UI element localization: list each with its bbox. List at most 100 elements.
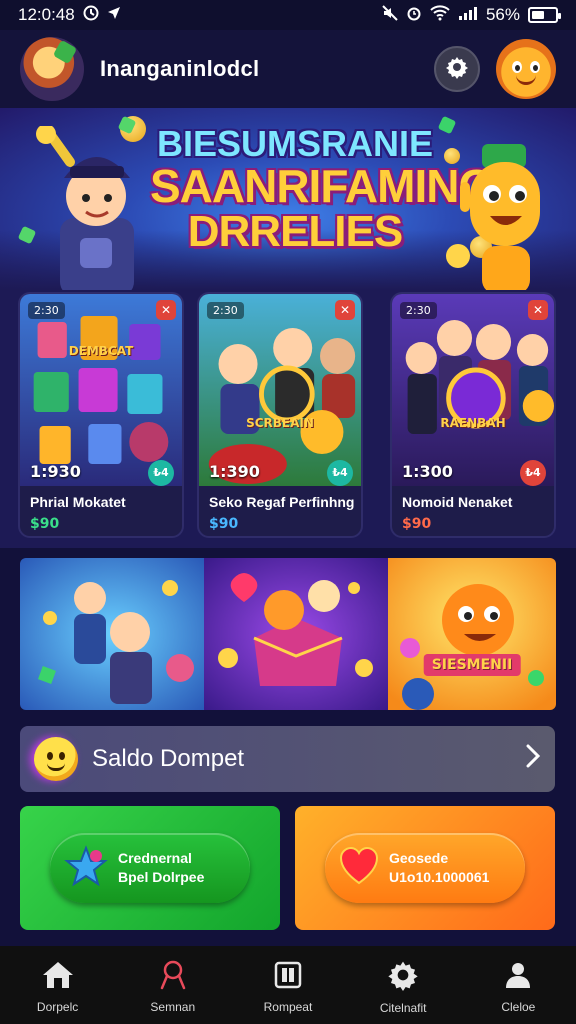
app-header: Inanganinlodcl	[0, 30, 576, 108]
game-card-badge: ₺4	[327, 460, 353, 486]
location-arrow-icon	[107, 5, 121, 25]
wallet-balance-row[interactable]: Saldo Dompet	[20, 726, 555, 792]
user-icon	[503, 960, 533, 994]
game-card-tag: 2:30	[28, 302, 65, 319]
battery-icon	[528, 7, 561, 23]
game-card-art	[20, 294, 182, 486]
orange-action-line2: U1o10.1000061	[389, 869, 490, 885]
hero-banner[interactable]: BIESUMSRANIE SAANRIFAMING DRRELIES	[0, 108, 576, 290]
game-card-tag: 2:30	[207, 302, 244, 319]
avatar-eye-left	[512, 61, 522, 73]
chevron-right-icon	[525, 743, 541, 776]
green-action-line2: Bpel Dolrpee	[118, 869, 205, 885]
app-logo[interactable]	[20, 37, 84, 101]
game-card-art-label: DEMBCAT	[68, 344, 134, 358]
game-card-name: Phrial Mokatet	[30, 494, 126, 510]
hero-title-line1: BIESUMSRANIE	[156, 123, 434, 164]
smiley-icon	[34, 737, 78, 781]
hero-title-line3: DRRELIES	[187, 206, 403, 256]
gear-icon	[387, 959, 419, 995]
nav-label: Rompeat	[263, 1000, 313, 1014]
status-bar: 12:0:48 56%	[0, 0, 576, 30]
status-right: 56%	[382, 4, 561, 26]
nav-item-activity[interactable]: Semnan	[123, 960, 223, 1014]
game-card-price: $90	[402, 516, 432, 532]
nav-item-wallet[interactable]: Rompeat	[238, 960, 338, 1014]
game-card-players: 1:300	[402, 462, 453, 481]
nav-label: Citelnafit	[379, 1001, 427, 1015]
game-card-price: $90	[30, 516, 60, 532]
nav-item-settings[interactable]: Citelnafit	[353, 959, 453, 1015]
game-card-art-label: RAENBAH	[440, 416, 506, 430]
nav-item-home[interactable]: Dorpelc	[8, 960, 108, 1014]
nav-label: Cleloe	[501, 1000, 536, 1014]
notification-icon	[83, 5, 99, 26]
bottom-nav: Dorpelc Semnan Rompeat Citelnafit Cleloe	[0, 946, 576, 1024]
home-icon	[41, 960, 75, 994]
signal-icon	[458, 5, 478, 26]
heart-icon	[339, 846, 379, 889]
game-card-art	[392, 294, 554, 486]
wallet-label: Saldo Dompet	[92, 745, 245, 772]
hero-title: BIESUMSRANIE SAANRIFAMING DRRELIES	[150, 123, 494, 256]
close-icon[interactable]: ✕	[335, 300, 355, 320]
close-icon[interactable]: ✕	[156, 300, 176, 320]
game-card-price: $90	[209, 516, 239, 532]
green-action-line1: Crednernal	[118, 850, 192, 867]
gear-icon	[445, 55, 469, 83]
avatar[interactable]	[496, 39, 556, 99]
game-card-name: Seko Regaf Perfinhng	[209, 494, 355, 510]
mute-icon	[382, 4, 398, 26]
hero-title-line2: SAANRIFAMING	[150, 159, 494, 212]
promo-mascot-label: SIESMENII	[423, 654, 521, 676]
nav-label: Dorpelc	[36, 1000, 79, 1014]
game-card-players: 1:930	[30, 462, 81, 481]
game-card-badge: ₺4	[148, 460, 174, 486]
hero-mascot-right	[446, 144, 540, 290]
game-card[interactable]: 2:30 ✕ DEMBCAT 1:930 ₺4 Phrial Mokatet $…	[18, 292, 184, 538]
action-card-orange: Geosede U1o10.1000061	[295, 806, 555, 930]
wallet-icon	[273, 960, 303, 994]
orange-action-button[interactable]: Geosede U1o10.1000061	[325, 833, 525, 903]
status-time: 12:0:48	[18, 5, 75, 24]
orange-action-line1: Geosede	[389, 850, 449, 867]
game-card[interactable]: 2:30 ✕ SCRBEAIN 1:390 ₺4 Seko Regaf Perf…	[197, 292, 363, 538]
battery-fill	[532, 11, 545, 19]
avatar-eye-right	[530, 61, 540, 73]
close-icon[interactable]: ✕	[528, 300, 548, 320]
game-card-badge: ₺4	[520, 460, 546, 486]
alarm-icon	[406, 5, 422, 26]
game-card-art	[199, 294, 361, 486]
promo-strip: SIESMENII	[20, 558, 556, 710]
promo-rewards-art	[204, 558, 388, 710]
game-card-row: 2:30 ✕ DEMBCAT 1:930 ₺4 Phrial Mokatet $…	[0, 290, 576, 548]
nav-item-profile[interactable]: Cleloe	[468, 960, 568, 1014]
settings-button[interactable]	[434, 46, 480, 92]
ribbon-icon	[158, 960, 188, 994]
wifi-icon	[430, 4, 450, 26]
green-action-button[interactable]: Crednernal Bpel Dolrpee	[50, 833, 250, 903]
header-actions	[434, 39, 556, 99]
game-card[interactable]: 2:30 ✕ RAENBAH 1:300 ₺4 Nomoid Nenaket $…	[390, 292, 556, 538]
star-icon	[64, 844, 108, 892]
game-card-players: 1:390	[209, 462, 260, 481]
orange-action-text: Geosede U1o10.1000061	[389, 849, 489, 887]
game-card-tag: 2:30	[400, 302, 437, 319]
gem-icon	[437, 115, 457, 135]
green-action-text: Crednernal Bpel Dolrpee	[118, 849, 204, 887]
promo-tile-heroes[interactable]	[20, 558, 204, 710]
promo-tile-mascot[interactable]: SIESMENII	[388, 558, 556, 710]
promo-mascot-art	[388, 558, 556, 710]
action-card-green: Crednernal Bpel Dolrpee	[20, 806, 280, 930]
game-card-name: Nomoid Nenaket	[402, 494, 513, 510]
nav-label: Semnan	[150, 1000, 196, 1014]
promo-heroes-art	[20, 558, 204, 710]
smiley-eye	[47, 752, 53, 760]
hero-character-left	[36, 126, 134, 290]
smiley-mouth	[47, 763, 65, 771]
battery-text: 56%	[485, 5, 520, 24]
promo-tile-rewards[interactable]	[204, 558, 388, 710]
avatar-mouth	[516, 75, 536, 85]
game-card-art-label: SCRBEAIN	[246, 416, 314, 430]
app-title: Inanganinlodcl	[100, 56, 260, 81]
